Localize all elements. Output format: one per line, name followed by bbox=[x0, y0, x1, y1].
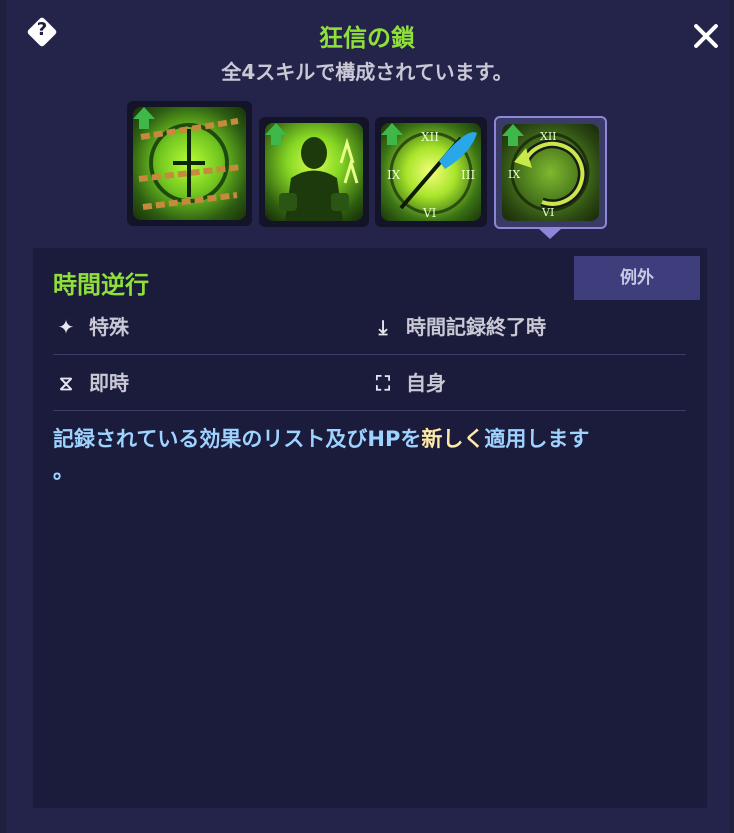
skill-type: ✦ 特殊 bbox=[53, 300, 129, 354]
skill-name: 時間逆行 bbox=[53, 271, 149, 299]
skill-target-label: 自身 bbox=[406, 371, 446, 395]
description-period: 。 bbox=[53, 459, 74, 483]
self-target-icon: ⛶ bbox=[376, 371, 390, 395]
upgrade-arrow-icon bbox=[265, 123, 287, 135]
svg-text:XII: XII bbox=[421, 130, 439, 144]
set-subtitle: 全4スキルで構成されています。 bbox=[221, 60, 513, 84]
svg-text:IX: IX bbox=[508, 168, 520, 181]
upgrade-arrow-icon bbox=[381, 123, 403, 135]
selection-pointer-icon bbox=[538, 228, 562, 239]
skill-attribute-row-2: ⧖ 即時 ⛶ 自身 bbox=[53, 356, 686, 411]
skill-detail-panel: 時間逆行 例外 ✦ 特殊 ⤓ 時間記録終了時 ⧖ 即時 ⛶ 自身 記録されている効果のリ… bbox=[33, 248, 707, 808]
skill-slot-1[interactable] bbox=[127, 101, 252, 226]
skill-slot-2[interactable] bbox=[259, 117, 369, 227]
svg-text:IX: IX bbox=[387, 168, 401, 182]
description-highlight: 新しく bbox=[421, 427, 485, 451]
skill-trigger: ⤓ 時間記録終了時 bbox=[370, 300, 546, 354]
skill-description: 記録されている効果のリスト及びHPを新しく適用します 。 bbox=[53, 423, 693, 487]
skill-attribute-row-1: ✦ 特殊 ⤓ 時間記録終了時 bbox=[53, 300, 686, 355]
skill-list: XII IX III VI XII IX VI bbox=[127, 101, 607, 229]
skill-type-label: 特殊 bbox=[89, 315, 129, 339]
set-title: 狂信の鎖 bbox=[319, 24, 415, 52]
svg-text:VI: VI bbox=[541, 206, 554, 219]
skill-slot-4[interactable]: XII IX VI bbox=[494, 116, 607, 229]
upgrade-arrow-icon bbox=[502, 124, 524, 136]
chain-clock-skill-icon bbox=[133, 107, 246, 220]
svg-text:VI: VI bbox=[422, 206, 437, 220]
skill-slot-3[interactable]: XII IX III VI bbox=[375, 117, 487, 227]
skill-tag-badge: 例外 bbox=[574, 256, 700, 300]
skill-trigger-label: 時間記録終了時 bbox=[406, 315, 546, 339]
skill-target: ⛶ 自身 bbox=[370, 356, 446, 410]
download-icon: ⤓ bbox=[378, 315, 388, 339]
svg-text:III: III bbox=[461, 168, 475, 182]
skill-timing-label: 即時 bbox=[89, 371, 129, 395]
upgrade-arrow-icon bbox=[133, 107, 155, 119]
skill-timing: ⧖ 即時 bbox=[53, 356, 129, 410]
hourglass-icon: ⧖ bbox=[58, 371, 74, 395]
description-text-end: 適用します bbox=[484, 427, 590, 451]
svg-text:XII: XII bbox=[540, 130, 557, 143]
sparkle-icon: ✦ bbox=[57, 315, 75, 339]
description-text: 記録されている効果のリスト及びHPを bbox=[53, 427, 422, 451]
